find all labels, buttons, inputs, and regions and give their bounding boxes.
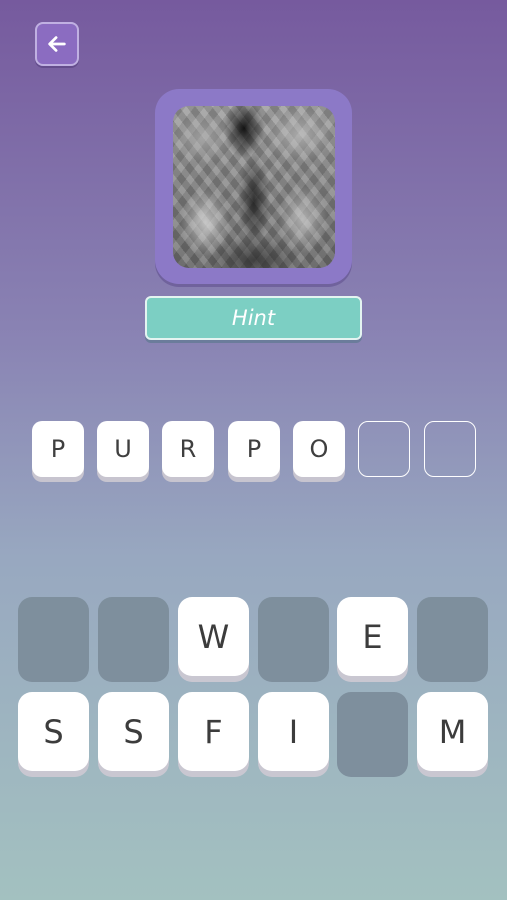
letter-key [18,597,89,682]
letter-key[interactable]: I [258,692,329,771]
answer-letter: P [50,435,66,463]
answer-letter: P [246,435,262,463]
key-letter: W [197,617,230,656]
back-button[interactable] [35,22,79,66]
letter-key [258,597,329,682]
answer-letter: R [179,435,197,463]
answer-slot[interactable]: O [293,421,345,477]
answer-slot[interactable] [358,421,410,477]
letter-key [98,597,169,682]
hint-button[interactable]: Hint [145,296,362,340]
puzzle-picture-frame [155,89,352,284]
answer-slot[interactable]: U [97,421,149,477]
letter-key[interactable]: W [178,597,249,676]
key-letter: F [204,712,223,751]
key-letter: S [43,712,64,751]
key-letter: M [438,712,467,751]
key-letter: I [288,712,299,751]
answer-slot[interactable]: R [162,421,214,477]
letter-key [337,692,408,777]
letter-key[interactable]: S [98,692,169,771]
letter-key [417,597,488,682]
letter-key[interactable]: F [178,692,249,771]
key-letter: E [362,617,383,656]
answer-slot[interactable]: P [32,421,84,477]
letter-key[interactable]: S [18,692,89,771]
key-letter: S [123,712,144,751]
puzzle-picture [173,106,335,268]
answer-slot[interactable] [424,421,476,477]
letter-key[interactable]: E [337,597,408,676]
answer-letter: U [114,435,132,463]
answer-slot[interactable]: P [228,421,280,477]
letter-key[interactable]: M [417,692,488,771]
answer-letter: O [309,435,329,463]
arrow-left-icon [48,36,66,52]
